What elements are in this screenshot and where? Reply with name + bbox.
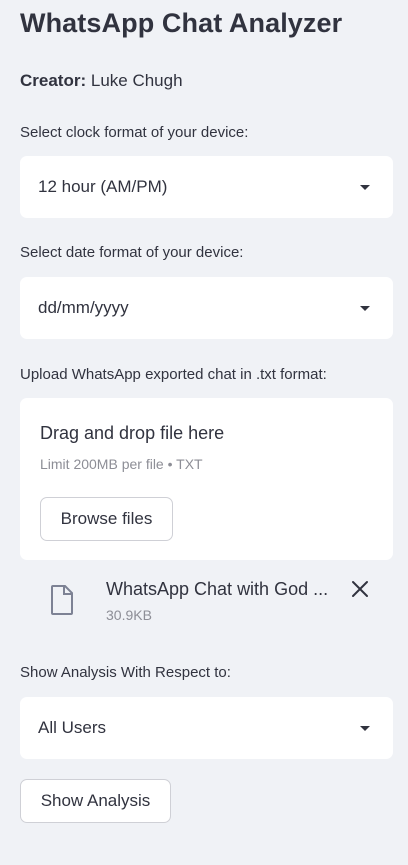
dropzone-title: Drag and drop file here xyxy=(40,423,225,443)
chevron-down-icon xyxy=(360,185,370,190)
browse-files-button[interactable]: Browse files xyxy=(40,497,173,541)
page-title: WhatsApp Chat Analyzer xyxy=(20,8,343,38)
show-analysis-button[interactable]: Show Analysis xyxy=(20,779,171,823)
chevron-down-icon xyxy=(360,726,370,731)
chevron-down-icon xyxy=(360,306,370,311)
file-dropzone[interactable]: Drag and drop file here Limit 200MB per … xyxy=(20,398,393,560)
sidebar: WhatsApp Chat Analyzer Creator: Luke Chu… xyxy=(0,0,408,865)
analysis-user-select[interactable]: All Users xyxy=(20,697,393,759)
analysis-user-value: All Users xyxy=(38,718,107,737)
creator-name: Luke Chugh xyxy=(90,71,183,90)
file-name: WhatsApp Chat with God ... xyxy=(106,579,329,599)
clock-format-select[interactable]: 12 hour (AM/PM) xyxy=(20,156,393,218)
analysis-label: Show Analysis With Respect to: xyxy=(20,664,231,681)
file-icon xyxy=(51,585,73,615)
creator-line: Creator: Luke Chugh xyxy=(20,71,183,91)
clock-format-label: Select clock format of your device: xyxy=(20,124,249,141)
dropzone-limit: Limit 200MB per file • TXT xyxy=(40,456,203,472)
creator-label: Creator: xyxy=(20,71,87,90)
upload-label: Upload WhatsApp exported chat in .txt fo… xyxy=(20,366,327,383)
close-icon[interactable] xyxy=(351,580,369,598)
uploaded-file: WhatsApp Chat with God ... 30.9KB xyxy=(20,570,393,632)
file-size: 30.9KB xyxy=(106,607,152,623)
date-format-select[interactable]: dd/mm/yyyy xyxy=(20,277,393,339)
clock-format-value: 12 hour (AM/PM) xyxy=(38,177,168,196)
date-format-label: Select date format of your device: xyxy=(20,244,244,261)
date-format-value: dd/mm/yyyy xyxy=(38,298,129,317)
